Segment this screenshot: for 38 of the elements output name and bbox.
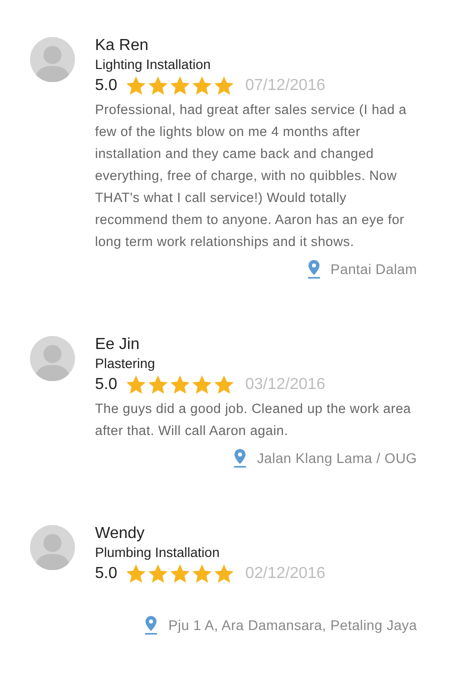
review-location: Pantai Dalam [330,261,417,277]
review-date: 03/12/2016 [245,376,326,394]
star-icon [125,374,148,396]
service-category: Plastering [95,355,156,373]
star-icon [213,75,236,97]
star-icon [213,374,236,396]
star-icon [147,374,170,396]
avatar-icon [30,336,75,381]
star-icon [169,374,192,396]
star-icon [191,563,214,585]
rating-score: 5.0 [95,565,118,583]
service-category: Plumbing Installation [95,544,221,562]
star-icon [169,75,192,97]
star-icon [191,75,214,97]
location-pin-icon [306,259,321,279]
avatar-icon [30,37,75,82]
reviewer-name: Ee Jin [95,335,140,355]
review-text: The guys did a good job. Cleaned up the work area after that. Will call Aaron again. [95,400,412,440]
star-icon [125,75,148,97]
star-icon [191,374,214,396]
review-text: Professional, had great after sales service (I had a few of the lights blow on me 4 months after installation and they came back and changed everything, free of charge, with no quibbles. Now THAT's what I call service!) Would totally recommend them to anyone. Aaron has an eye for long term work relationships and it shows. [95,101,408,251]
review-location: Pju 1 A, Ara Damansara, Petaling Jaya [168,617,417,633]
review-date: 07/12/2016 [245,77,326,95]
star-icon [147,563,170,585]
avatar-icon [30,525,75,570]
location-pin-icon [144,615,158,635]
star-icon [125,563,148,585]
service-category: Lighting Installation [95,56,212,74]
star-icon [169,563,192,585]
review-location: Jalan Klang Lama / OUG [256,450,417,466]
reviewer-name: Ka Ren [95,36,150,56]
review-date: 02/12/2016 [245,565,326,583]
rating-score: 5.0 [95,376,118,394]
star-icon [213,563,236,585]
reviewer-name: Wendy [95,524,146,544]
rating-score: 5.0 [95,77,118,95]
location-pin-icon [232,448,247,468]
star-icon [147,75,170,97]
